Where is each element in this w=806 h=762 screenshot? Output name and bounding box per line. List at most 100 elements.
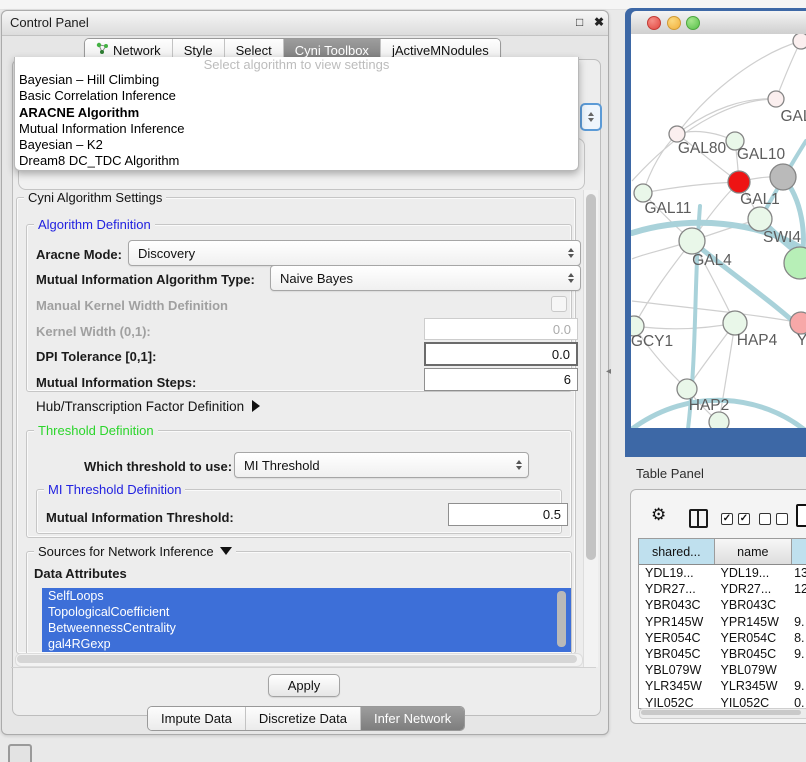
node-label: GCY1 xyxy=(631,333,673,350)
node-hap2[interactable] xyxy=(677,379,697,399)
kernel-width-field[interactable]: 0.0 xyxy=(424,318,578,340)
table-row[interactable]: YDL19... YDL19... 13 xyxy=(639,565,806,581)
column-header-partial[interactable] xyxy=(792,539,806,564)
node-gal4[interactable] xyxy=(679,228,705,254)
attribute-item-selected[interactable]: gal4RGexp xyxy=(42,636,571,652)
algorithm-dropdown-popup: Select algorithm to view settings Bayesi… xyxy=(14,57,579,171)
column-header-name[interactable]: name xyxy=(715,539,793,564)
float-window-icon[interactable]: □ xyxy=(576,15,583,29)
splitter-collapse-icon[interactable]: ◂ xyxy=(606,366,611,377)
table-row[interactable]: YBL079W YBL079W xyxy=(639,662,806,678)
panel-grip[interactable] xyxy=(8,744,32,762)
sources-toggle[interactable]: Sources for Network Inference xyxy=(34,544,236,559)
node-label: Y xyxy=(797,332,806,349)
table-row[interactable]: YPR145W YPR145W 9. xyxy=(639,614,806,630)
mi-threshold-title: MI Threshold Definition xyxy=(44,482,185,497)
node[interactable] xyxy=(793,34,806,49)
network-window-titlebar[interactable] xyxy=(631,11,806,35)
network-canvas[interactable]: GAL GAL80 GAL10 GAL1 GAL11 SWI4 GAL4 GCY… xyxy=(631,34,806,428)
select-all-checkbox-icon[interactable]: ✓ xyxy=(738,513,750,525)
deselect-all-checkbox-icon[interactable] xyxy=(776,513,788,525)
manual-kernel-checkbox[interactable] xyxy=(551,296,567,312)
attribute-list-scrollbar[interactable] xyxy=(557,591,566,647)
table-row[interactable]: YBR043C YBR043C xyxy=(639,597,806,613)
aracne-mode-label: Aracne Mode: xyxy=(36,247,122,262)
focused-combo-stepper[interactable] xyxy=(580,103,602,131)
control-panel-title: Control Panel xyxy=(10,15,89,30)
table-row[interactable]: YDR27... YDR27... 12 xyxy=(639,581,806,597)
table-row[interactable]: YBR045C YBR045C 9. xyxy=(639,646,806,662)
attribute-item-selected[interactable]: TopologicalCoefficient xyxy=(42,604,571,620)
settings-vertical-scrollbar[interactable] xyxy=(583,190,598,667)
node-y-partial[interactable] xyxy=(790,312,806,334)
algorithm-option[interactable]: Basic Correlation Inference xyxy=(15,88,578,104)
gear-icon[interactable]: ⚙ xyxy=(651,507,666,523)
algorithm-definition-title: Algorithm Definition xyxy=(34,217,155,232)
tab-discretize-data[interactable]: Discretize Data xyxy=(245,707,360,730)
node-gray[interactable] xyxy=(770,164,796,190)
table-panel-toolbar: ⚙ ✓ ✓ xyxy=(631,490,806,538)
algorithm-option-selected[interactable]: ARACNE Algorithm xyxy=(15,105,578,121)
data-attributes-label: Data Attributes xyxy=(34,566,127,581)
table-panel-title: Table Panel xyxy=(636,466,704,481)
algorithm-option[interactable]: Dream8 DC_TDC Algorithm xyxy=(15,153,578,169)
mi-type-combo[interactable]: Naive Bayes xyxy=(270,265,581,291)
table-row[interactable]: YLR345W YLR345W 9. xyxy=(639,678,806,694)
network-view-window: GAL GAL80 GAL10 GAL1 GAL11 SWI4 GAL4 GCY… xyxy=(625,8,806,457)
settings-horizontal-scrollbar[interactable] xyxy=(15,653,583,667)
attribute-item-selected[interactable]: BetweennessCentrality xyxy=(42,620,571,636)
algorithm-option[interactable]: Mutual Information Inference xyxy=(15,121,578,137)
scrollbar-thumb[interactable] xyxy=(586,194,596,560)
control-panel-titlebar: Control Panel □ ✖ xyxy=(2,11,608,36)
close-panel-icon[interactable]: ✖ xyxy=(594,15,604,29)
node-label: GAL10 xyxy=(737,146,786,163)
algorithm-option[interactable]: Bayesian – Hill Climbing xyxy=(15,72,578,88)
data-attributes-list[interactable]: SelfLoops TopologicalCoefficient Between… xyxy=(42,588,571,652)
select-all-checkbox-icon[interactable]: ✓ xyxy=(721,513,733,525)
mi-steps-field[interactable]: 6 xyxy=(424,368,578,391)
network-node-labels: GAL GAL80 GAL10 GAL1 GAL11 SWI4 GAL4 GCY… xyxy=(631,108,806,414)
tab-network-label: Network xyxy=(113,43,161,58)
dpi-tolerance-field[interactable]: 0.0 xyxy=(424,342,578,366)
algorithm-option[interactable]: Bayesian – K2 xyxy=(15,137,578,153)
table-horizontal-scrollbar[interactable] xyxy=(639,708,806,719)
column-header-shared-name[interactable]: shared... xyxy=(639,539,715,564)
deselect-all-checkbox-icon[interactable] xyxy=(759,513,771,525)
scrollbar-thumb[interactable] xyxy=(641,710,801,715)
which-threshold-label: Which threshold to use: xyxy=(84,459,232,474)
node-gal-partial[interactable] xyxy=(768,91,784,107)
mi-type-value: Naive Bayes xyxy=(280,271,353,286)
manual-kernel-label: Manual Kernel Width Definition xyxy=(36,298,228,313)
attribute-item-selected[interactable]: SelfLoops xyxy=(42,588,571,604)
node-swi4[interactable] xyxy=(748,207,772,231)
table-row[interactable]: YER054C YER054C 8. xyxy=(639,630,806,646)
stepper-up-icon xyxy=(588,112,594,116)
table-row[interactable]: YIL052C YIL052C 0. xyxy=(639,695,806,710)
collapsed-arrow-icon xyxy=(252,400,260,412)
node-label: GAL80 xyxy=(678,140,727,157)
tab-infer-network[interactable]: Infer Network xyxy=(360,707,464,730)
dpi-tolerance-label: DPI Tolerance [0,1]: xyxy=(36,349,156,364)
which-threshold-value: MI Threshold xyxy=(244,458,320,473)
mi-threshold-field[interactable]: 0.5 xyxy=(448,503,568,526)
columns-icon[interactable] xyxy=(689,509,708,528)
zoom-traffic-light-icon[interactable] xyxy=(686,16,700,30)
algorithm-dropdown-prompt: Select algorithm to view settings xyxy=(15,57,578,72)
table-panel-window: ⚙ ✓ ✓ shared... name YDL19... YDL19... 1… xyxy=(630,489,806,724)
scrollbar-thumb[interactable] xyxy=(17,655,577,663)
aracne-mode-value: Discovery xyxy=(138,246,195,261)
node-gal1[interactable] xyxy=(728,171,750,193)
node-label: GAL1 xyxy=(740,191,780,208)
which-threshold-combo[interactable]: MI Threshold xyxy=(234,452,529,478)
node[interactable] xyxy=(709,412,729,428)
document-icon[interactable] xyxy=(796,504,806,527)
close-traffic-light-icon[interactable] xyxy=(647,16,661,30)
node-label: GAL4 xyxy=(692,252,732,269)
tab-impute-data[interactable]: Impute Data xyxy=(148,707,245,730)
apply-button[interactable]: Apply xyxy=(268,674,340,697)
network-tab-icon xyxy=(96,42,109,58)
minimize-traffic-light-icon[interactable] xyxy=(667,16,681,30)
node-bright-green[interactable] xyxy=(784,247,806,279)
aracne-mode-combo[interactable]: Discovery xyxy=(128,240,581,266)
hub-definition-toggle[interactable]: Hub/Transcription Factor Definition xyxy=(36,399,260,414)
